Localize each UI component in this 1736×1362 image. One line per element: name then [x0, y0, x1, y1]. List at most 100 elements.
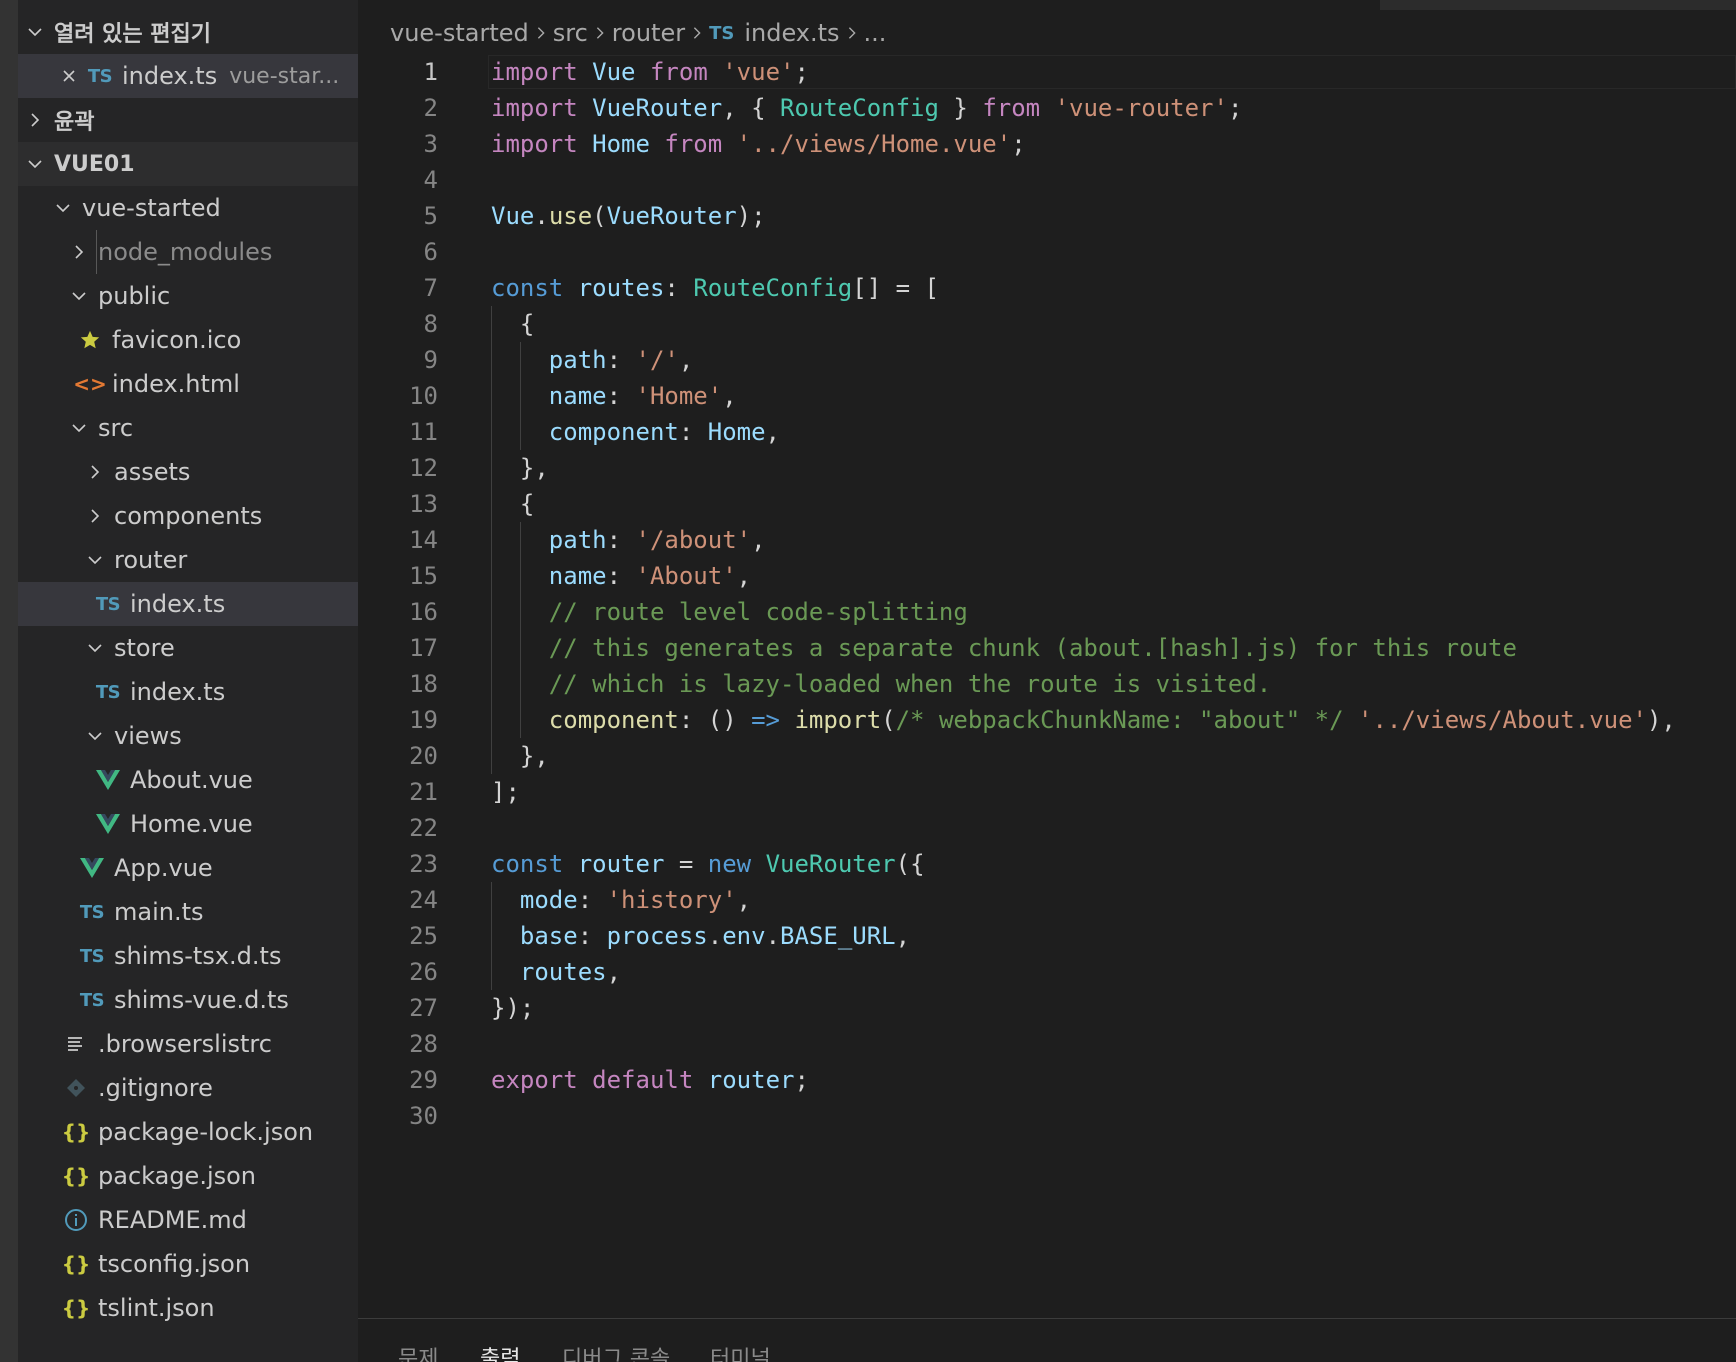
tree-folder-assets[interactable]: assets: [18, 450, 358, 494]
vue-file-icon: [94, 802, 122, 846]
typescript-file-icon: TS: [709, 22, 735, 44]
tree-folder-src[interactable]: src: [18, 406, 358, 450]
code-line[interactable]: 20 },: [358, 738, 1736, 774]
code-text: ];: [491, 778, 520, 806]
code-line[interactable]: 17 // this generates a separate chunk (a…: [358, 630, 1736, 666]
tree-file-router-index-ts[interactable]: TS index.ts: [18, 582, 358, 626]
open-editors-header[interactable]: 열려 있는 편집기: [18, 10, 358, 54]
tree-folder-views[interactable]: views: [18, 714, 358, 758]
tree-item-label: public: [98, 282, 171, 310]
breadcrumb-item[interactable]: router: [612, 19, 685, 47]
outline-header[interactable]: 윤곽: [18, 98, 358, 142]
star-icon: [76, 318, 104, 362]
open-editor-item[interactable]: TS index.ts vue-star...: [18, 54, 358, 98]
code-text: name: 'About',: [548, 562, 752, 590]
tab-debug-console[interactable]: 디버그 콘솔: [562, 1341, 670, 1362]
tree-file-store-index-ts[interactable]: TS index.ts: [18, 670, 358, 714]
text-lines-icon: [62, 1022, 90, 1066]
open-editors-title: 열려 있는 편집기: [54, 22, 211, 47]
tree-folder-vue-started[interactable]: vue-started: [18, 186, 358, 230]
code-line[interactable]: 26 routes,: [358, 954, 1736, 990]
tree-folder-components[interactable]: components: [18, 494, 358, 538]
tree-file-gitignore[interactable]: .gitignore: [18, 1066, 358, 1110]
tree-file-tsconfig[interactable]: {} tsconfig.json: [18, 1242, 358, 1286]
code-line[interactable]: 2 import VueRouter, { RouteConfig } from …: [358, 90, 1736, 126]
tree-file-about-vue[interactable]: About.vue: [18, 758, 358, 802]
breadcrumb-item[interactable]: vue-started: [390, 19, 529, 47]
tree-item-label: src: [98, 414, 134, 442]
tree-file-home-vue[interactable]: Home.vue: [18, 802, 358, 846]
tree-file-app-vue[interactable]: App.vue: [18, 846, 358, 890]
tree-file-readme[interactable]: README.md: [18, 1198, 358, 1242]
code-line[interactable]: 15 name: 'About',: [358, 558, 1736, 594]
code-line[interactable]: 24 mode: 'history',: [358, 882, 1736, 918]
code-line[interactable]: 11 component: Home,: [358, 414, 1736, 450]
code-line[interactable]: 7 const routes: RouteConfig[] = [: [358, 270, 1736, 306]
code-line[interactable]: 19 component: () => import(/* webpackChu…: [358, 702, 1736, 738]
breadcrumb-item[interactable]: ...: [864, 19, 887, 47]
code-line[interactable]: 29 export default router;: [358, 1062, 1736, 1098]
line-number: 4: [423, 166, 438, 194]
tree-folder-router[interactable]: router: [18, 538, 358, 582]
code-line[interactable]: 18 // which is lazy-loaded when the rout…: [358, 666, 1736, 702]
breadcrumb-item[interactable]: src: [553, 19, 588, 47]
chevron-down-icon: [68, 406, 90, 450]
tree-item-label: shims-tsx.d.ts: [114, 942, 282, 970]
code-line[interactable]: 28: [358, 1026, 1736, 1062]
tree-item-label: index.html: [112, 370, 240, 398]
tree-file-index-html[interactable]: <> index.html: [18, 362, 358, 406]
indent-guide: [491, 486, 492, 522]
code-editor[interactable]: 1 import Vue from 'vue'; 2 import VueRouter…: [358, 54, 1736, 1316]
breadcrumb-item[interactable]: index.ts: [744, 19, 839, 47]
tree-file-shims-vue[interactable]: TS shims-vue.d.ts: [18, 978, 358, 1022]
code-text: import VueRouter, { RouteConfig } from '…: [491, 94, 1243, 122]
code-line[interactable]: 13 {: [358, 486, 1736, 522]
code-line[interactable]: 27});: [358, 990, 1736, 1026]
code-line[interactable]: 16 // route level code-splitting: [358, 594, 1736, 630]
code-line[interactable]: 25 base: process.env.BASE_URL,: [358, 918, 1736, 954]
code-line[interactable]: 30: [358, 1098, 1736, 1134]
line-number: 25: [409, 922, 438, 950]
code-line[interactable]: 21];: [358, 774, 1736, 810]
tree-file-package-lock[interactable]: {} package-lock.json: [18, 1110, 358, 1154]
workspace-header[interactable]: VUE01: [18, 142, 358, 186]
chevron-right-icon: [685, 26, 709, 40]
tab-terminal[interactable]: 터미널: [710, 1341, 771, 1362]
code-text: component: Home,: [548, 418, 780, 446]
code-line[interactable]: 1 import Vue from 'vue';: [358, 54, 1736, 90]
code-line[interactable]: 4: [358, 162, 1736, 198]
tree-folder-public[interactable]: public: [18, 274, 358, 318]
line-number: 18: [409, 670, 438, 698]
code-line[interactable]: 23 const router = new VueRouter({: [358, 846, 1736, 882]
code-line[interactable]: 12 },: [358, 450, 1736, 486]
indent-guide: [519, 522, 521, 558]
tree-file-main-ts[interactable]: TS main.ts: [18, 890, 358, 934]
tab-bar-scrollbar[interactable]: [1380, 0, 1736, 10]
tree-file-shims-tsx[interactable]: TS shims-tsx.d.ts: [18, 934, 358, 978]
vscode-window: 열려 있는 편집기 TS index.ts vue-star... 윤곽 VUE…: [0, 0, 1736, 1362]
outline-title: 윤곽: [54, 110, 95, 135]
code-line[interactable]: 14 path: '/about',: [358, 522, 1736, 558]
code-line[interactable]: 22: [358, 810, 1736, 846]
tab-output[interactable]: 출력: [480, 1341, 520, 1362]
code-text: },: [491, 454, 549, 482]
vue-file-icon: [94, 758, 122, 802]
tree-folder-node-modules[interactable]: node_modules: [18, 230, 358, 274]
tree-folder-store[interactable]: store: [18, 626, 358, 670]
close-icon[interactable]: [58, 54, 80, 98]
tree-file-browserslistrc[interactable]: .browserslistrc: [18, 1022, 358, 1066]
code-line[interactable]: 8 {: [358, 306, 1736, 342]
code-line[interactable]: 10 name: 'Home',: [358, 378, 1736, 414]
json-file-icon: {}: [61, 1164, 91, 1188]
code-line[interactable]: 5 Vue.use(VueRouter);: [358, 198, 1736, 234]
indent-guide: [491, 378, 492, 414]
code-line[interactable]: 9 path: '/',: [358, 342, 1736, 378]
indent-guide: [491, 954, 492, 990]
tree-file-tslint[interactable]: {} tslint.json: [18, 1286, 358, 1330]
tree-file-favicon[interactable]: favicon.ico: [18, 318, 358, 362]
open-editor-filename: index.ts: [122, 62, 218, 90]
tree-file-package-json[interactable]: {} package.json: [18, 1154, 358, 1198]
tab-problems[interactable]: 문제: [398, 1341, 438, 1362]
code-line[interactable]: 3 import Home from '../views/Home.vue';: [358, 126, 1736, 162]
code-line[interactable]: 6: [358, 234, 1736, 270]
